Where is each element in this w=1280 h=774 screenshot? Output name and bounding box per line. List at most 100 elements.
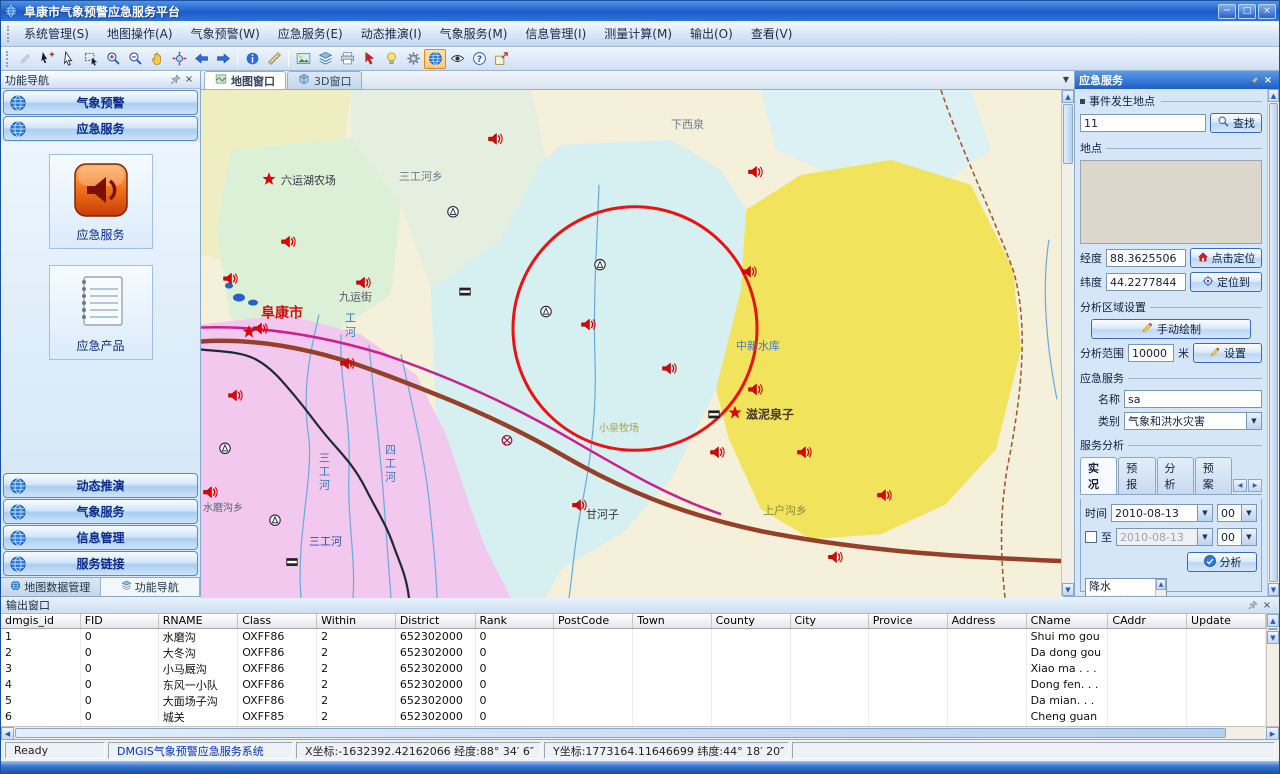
tab-3d-window[interactable]: 3D窗口 — [287, 71, 362, 89]
pin-icon[interactable] — [1247, 73, 1261, 87]
chevron-down-icon[interactable]: ▼ — [1241, 505, 1256, 521]
zoom-out-tool-button[interactable] — [124, 49, 146, 69]
pointer-tool-button[interactable] — [358, 49, 380, 69]
start-date-select[interactable]: 2010-08-13 ▼ — [1111, 504, 1213, 522]
scroll-up-icon[interactable]: ▲ — [1268, 89, 1279, 102]
column-header[interactable]: District — [395, 614, 475, 628]
nav-group-button[interactable]: 气象预警 — [3, 90, 198, 115]
column-header[interactable]: County — [711, 614, 790, 628]
close-icon[interactable]: × — [182, 73, 196, 87]
chevron-down-icon[interactable]: ▼ — [1241, 529, 1256, 545]
manual-draw-button[interactable]: 手动绘制 — [1091, 319, 1251, 339]
visibility-tool-button[interactable] — [446, 49, 468, 69]
scroll-up-icon[interactable]: ▲ — [1156, 579, 1166, 590]
select-add-tool-button[interactable] — [36, 49, 58, 69]
map-image-tool-button[interactable] — [292, 49, 314, 69]
start-hour-select[interactable]: 00 ▼ — [1217, 504, 1257, 522]
end-date-select[interactable]: 2010-08-13 ▼ — [1116, 528, 1213, 546]
search-button[interactable]: 查找 — [1210, 113, 1262, 133]
tab-map-window[interactable]: 地图窗口 — [204, 71, 286, 89]
chevron-down-icon[interactable]: ▼ — [1197, 505, 1212, 521]
table-row[interactable]: 30小马厩沟OXFF8626523020000Xiao ma . . . — [1, 661, 1266, 677]
close-button[interactable]: × — [1258, 4, 1276, 19]
column-header[interactable]: Provice — [868, 614, 947, 628]
measure-tool-button[interactable] — [263, 49, 285, 69]
scroll-down-icon[interactable]: ▼ — [1267, 631, 1279, 644]
next-view-tool-button[interactable] — [212, 49, 234, 69]
scroll-down-icon[interactable]: ▼ — [1268, 583, 1279, 596]
map-canvas[interactable]: 下西泉六运湖农场三工河乡九运街阜康市中新水库滋泥泉子小泉牧场上户沟乡甘河子三工河… — [201, 90, 1063, 598]
select-rectangle-tool-button[interactable] — [80, 49, 102, 69]
analysis-tab[interactable]: 预案 — [1195, 457, 1232, 494]
pan-tool-button[interactable] — [146, 49, 168, 69]
table-row[interactable]: 50大面场子沟OXFF8626523020000Da mian. . . — [1, 693, 1266, 709]
column-header[interactable]: PostCode — [553, 614, 632, 628]
table-row[interactable]: 40东风一小队OXFF8626523020000Dong fen. . . — [1, 677, 1266, 693]
service-name-input[interactable] — [1124, 390, 1262, 408]
menu-item[interactable]: 信息管理(I) — [516, 21, 595, 46]
maximize-button[interactable]: □ — [1238, 4, 1256, 19]
analysis-range-input[interactable] — [1128, 344, 1174, 362]
column-header[interactable]: CAddr — [1108, 614, 1187, 628]
column-header[interactable]: CName — [1026, 614, 1108, 628]
nav-group-button[interactable]: 气象服务 — [3, 499, 198, 524]
map-vertical-scrollbar[interactable]: ▲ ▼ — [1061, 90, 1074, 596]
table-row[interactable]: 60城关OXFF8526523020000Cheng guan — [1, 709, 1266, 725]
output-vertical-scrollbar[interactable]: ▲ ▼ — [1266, 614, 1279, 726]
locate-to-button[interactable]: 定位到 — [1190, 272, 1262, 292]
highlight-tool-button[interactable] — [380, 49, 402, 69]
scroll-up-icon[interactable]: ▲ — [1267, 614, 1279, 627]
range-set-button[interactable]: 设置 — [1193, 343, 1262, 363]
output-horizontal-scrollbar[interactable]: ◀ ▶ — [1, 726, 1279, 739]
column-header[interactable]: Town — [633, 614, 711, 628]
scroll-thumb[interactable] — [1063, 104, 1073, 164]
analysis-tab[interactable]: 预报 — [1118, 457, 1155, 494]
chevron-down-icon[interactable]: ▼ — [1197, 529, 1212, 545]
column-header[interactable]: Class — [238, 614, 317, 628]
element-list[interactable]: 降水空气温度 ▲ ▼ — [1085, 578, 1167, 596]
table-row[interactable]: 70五官沟OXFF8626523020000Wu guan gou — [1, 725, 1266, 727]
latitude-input[interactable] — [1106, 273, 1186, 291]
chevron-down-icon[interactable]: ▼ — [1246, 413, 1261, 429]
analyze-button[interactable]: 分析 — [1187, 552, 1257, 572]
table-row[interactable]: 10水磨沟OXFF8626523020000Shui mo gou — [1, 628, 1266, 645]
scroll-thumb[interactable] — [1268, 628, 1278, 630]
menu-item[interactable]: 气象预警(W) — [182, 21, 269, 46]
scroll-thumb[interactable] — [15, 728, 1226, 738]
pin-icon[interactable] — [168, 73, 182, 87]
menu-item[interactable]: 测量计算(M) — [595, 21, 681, 46]
shortcut-emergency-product[interactable]: 应急产品 — [49, 265, 153, 360]
column-header[interactable]: FID — [80, 614, 158, 628]
settings-tool-button[interactable] — [402, 49, 424, 69]
help-tool-button[interactable]: ? — [468, 49, 490, 69]
menu-item[interactable]: 动态推演(I) — [352, 21, 431, 46]
scroll-up-icon[interactable]: ▲ — [1062, 90, 1074, 103]
column-header[interactable]: City — [790, 614, 868, 628]
full-extent-tool-button[interactable] — [168, 49, 190, 69]
tab-scroll-right-icon[interactable]: ▶ — [1248, 479, 1262, 492]
edit-tool-button[interactable] — [14, 49, 36, 69]
export-tool-button[interactable] — [490, 49, 512, 69]
menu-item[interactable]: 系统管理(S) — [15, 21, 98, 46]
right-panel-scrollbar[interactable]: ▲ ▼ — [1267, 89, 1279, 596]
place-list[interactable] — [1080, 160, 1262, 244]
emergency-locate-tool-button[interactable] — [424, 49, 446, 69]
nav-group-button[interactable]: 动态推演 — [3, 473, 198, 498]
close-icon[interactable]: × — [1260, 598, 1274, 612]
column-header[interactable]: Update — [1187, 614, 1266, 628]
service-type-select[interactable]: 气象和洪水灾害 ▼ — [1124, 412, 1262, 430]
table-row[interactable]: 20大冬沟OXFF8626523020000Da dong gou — [1, 645, 1266, 661]
column-header[interactable]: dmgis_id — [1, 614, 80, 628]
column-header[interactable]: Within — [317, 614, 396, 628]
nav-group-button[interactable]: 服务链接 — [3, 551, 198, 576]
zoom-in-tool-button[interactable] — [102, 49, 124, 69]
select-tool-button[interactable] — [58, 49, 80, 69]
previous-view-tool-button[interactable] — [190, 49, 212, 69]
menu-item[interactable]: 气象服务(M) — [431, 21, 517, 46]
element-list-item[interactable]: 空气温度 — [1086, 594, 1154, 596]
element-list-item[interactable]: 降水 — [1086, 579, 1154, 594]
event-location-input[interactable] — [1080, 114, 1206, 132]
list-scrollbar[interactable]: ▲ ▼ — [1155, 579, 1166, 596]
to-checkbox[interactable] — [1085, 531, 1097, 543]
scroll-thumb[interactable] — [1269, 103, 1278, 582]
